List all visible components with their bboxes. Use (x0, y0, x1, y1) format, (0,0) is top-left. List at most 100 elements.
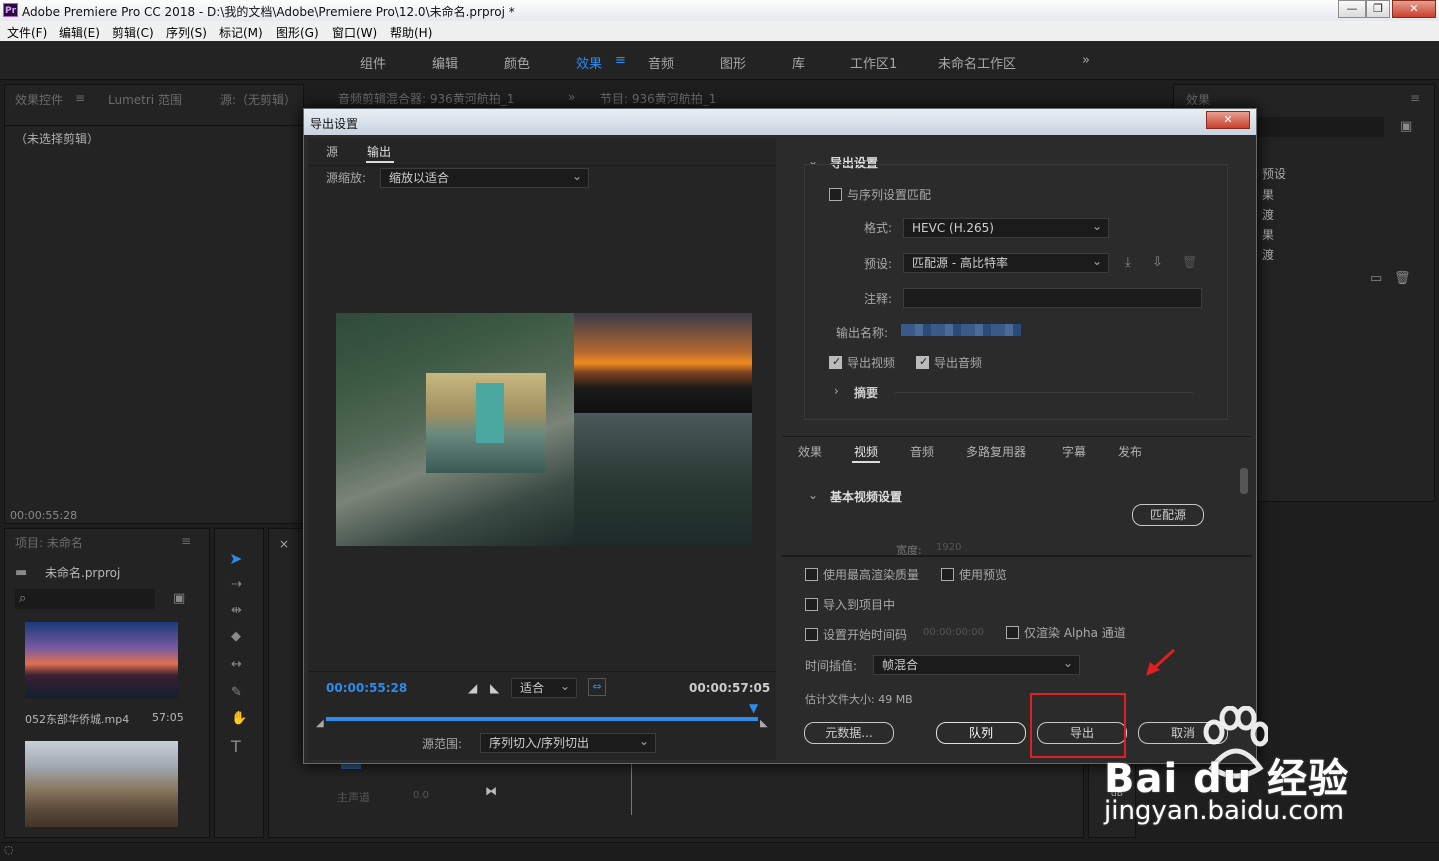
playhead-marker-icon[interactable]: ▼ (749, 701, 758, 715)
menu-edit[interactable]: 编辑(E) (59, 24, 100, 41)
timeline-close-icon[interactable]: × (279, 537, 289, 551)
close-window-button[interactable]: ✕ (1392, 0, 1436, 18)
tab-output-preview[interactable]: 输出 (367, 143, 391, 160)
alpha-only-checkbox[interactable] (1006, 626, 1019, 639)
import-into-project-checkbox[interactable] (805, 598, 818, 611)
delete-preset-icon[interactable]: 🗑 (1182, 255, 1197, 269)
project-menu-icon[interactable]: ≡ (181, 534, 191, 548)
basic-video-chevron-icon[interactable]: ⌄ (808, 488, 818, 502)
workspace-tab-editing[interactable]: 编辑 (432, 53, 458, 72)
effect-controls-timecode[interactable]: 00:00:55:28 (10, 509, 77, 522)
max-render-quality-checkbox[interactable] (805, 568, 818, 581)
range-start-handle-icon[interactable]: ◢ (316, 718, 324, 729)
summary-label[interactable]: 摘要 (854, 384, 878, 401)
clip-thumbnail-1[interactable] (25, 622, 178, 698)
menu-clip[interactable]: 剪辑(C) (112, 24, 154, 41)
folder-icon[interactable]: ▭ (1370, 271, 1382, 286)
tab-effects[interactable]: 效果 (798, 443, 822, 460)
menu-marker[interactable]: 标记(M) (219, 24, 263, 41)
project-panel-title[interactable]: 项目: 未命名 (15, 534, 83, 551)
trash-icon[interactable]: 🗑 (1394, 271, 1411, 286)
dialog-close-button[interactable]: ✕ (1206, 111, 1250, 129)
summary-expand-icon[interactable]: › (834, 384, 839, 398)
hand-tool-icon[interactable]: ✋ (231, 711, 247, 726)
panel-menu-icon[interactable]: ≡ (75, 91, 85, 105)
tab-publish[interactable]: 发布 (1118, 443, 1142, 460)
workspace-tab-audio[interactable]: 音频 (648, 53, 674, 72)
clip-thumbnail-2[interactable] (25, 741, 178, 827)
source-range-dropdown[interactable]: 序列切入/序列切出 (480, 732, 656, 753)
tab-audio-clip-mixer[interactable]: 音频剪辑混合器: 936黄河航拍_1 (338, 90, 514, 107)
tab-effect-controls[interactable]: 效果控件 (15, 91, 63, 108)
effects-item-3[interactable]: 果 (1262, 226, 1274, 243)
match-sequence-checkbox[interactable] (829, 188, 842, 201)
import-preset-icon[interactable]: ⇩ (1152, 255, 1163, 270)
tab-video[interactable]: 视频 (854, 443, 878, 460)
slip-tool-icon[interactable]: ↔ (231, 657, 242, 672)
effects-item-2[interactable]: 渡 (1262, 206, 1274, 223)
fit-dropdown[interactable]: 适合 (511, 677, 577, 698)
set-start-timecode-checkbox[interactable] (805, 628, 818, 641)
menu-graphics[interactable]: 图形(G) (276, 24, 319, 41)
minimize-button[interactable]: — (1338, 0, 1366, 18)
track-end-icon[interactable]: ⧓ (485, 784, 497, 798)
source-scale-dropdown[interactable]: 缩放以适合 (380, 167, 589, 188)
maximize-button[interactable]: ❐ (1366, 0, 1390, 18)
effects-panel-menu-icon[interactable]: ≡ (1410, 91, 1420, 105)
menu-help[interactable]: 帮助(H) (390, 24, 432, 41)
track-select-tool-icon[interactable]: ⇢ (231, 577, 242, 592)
menu-window[interactable]: 窗口(W) (332, 24, 377, 41)
razor-tool-icon[interactable]: ◆ (231, 629, 241, 644)
workspace-overflow-icon[interactable]: » (1082, 53, 1090, 68)
start-timecode-value[interactable]: 00:00:00:00 (923, 627, 984, 638)
match-source-button[interactable]: 匹配源 (1132, 504, 1204, 526)
preset-dropdown[interactable]: 匹配源 - 高比特率 (903, 252, 1109, 273)
effects-panel-title[interactable]: 效果 (1186, 91, 1210, 108)
type-tool-icon[interactable]: T (231, 737, 241, 756)
menu-file[interactable]: 文件(F) (7, 24, 47, 41)
settings-scrollbar[interactable] (1240, 468, 1248, 494)
queue-button[interactable]: 队列 (936, 722, 1026, 744)
effects-item-1[interactable]: 果 (1262, 186, 1274, 203)
range-end-handle-icon[interactable]: ◣ (760, 718, 768, 729)
time-in-display[interactable]: 00:00:55:28 (326, 681, 407, 695)
workspace-tab-effects[interactable]: 效果 (576, 53, 602, 72)
format-dropdown[interactable]: HEVC (H.265) (903, 217, 1109, 238)
output-name-link[interactable] (901, 324, 1021, 336)
tab-audio[interactable]: 音频 (910, 443, 934, 460)
panel-overflow-icon[interactable]: » (568, 90, 575, 104)
export-audio-checkbox[interactable] (916, 355, 929, 369)
set-in-point-icon[interactable]: ◢ (468, 681, 477, 695)
tab-multiplexer[interactable]: 多路复用器 (966, 443, 1026, 460)
ripple-edit-tool-icon[interactable]: ⇹ (231, 603, 242, 618)
comments-input[interactable] (903, 288, 1202, 308)
selection-tool-icon[interactable]: ➤ (229, 549, 242, 568)
tab-lumetri-scopes[interactable]: Lumetri 范围 (108, 91, 182, 108)
effects-item-presets[interactable]: 预设 (1262, 165, 1286, 182)
workspace-tab-graphics[interactable]: 图形 (720, 53, 746, 72)
tab-captions[interactable]: 字幕 (1062, 443, 1086, 460)
pen-tool-icon[interactable]: ✎ (231, 685, 242, 700)
export-video-checkbox[interactable] (829, 355, 842, 369)
timeline-playhead[interactable] (631, 759, 632, 815)
bin-icon[interactable]: ▣ (173, 591, 185, 606)
tab-program-monitor[interactable]: 节目: 936黄河航拍_1 (600, 90, 716, 107)
workspace-tab-workspace1[interactable]: 工作区1 (850, 53, 897, 72)
workspace-tab-untitled[interactable]: 未命名工作区 (938, 53, 1016, 72)
menu-sequence[interactable]: 序列(S) (166, 24, 207, 41)
workspace-tab-libraries[interactable]: 库 (792, 53, 805, 72)
workspace-tab-color[interactable]: 颜色 (504, 53, 530, 72)
effects-item-4[interactable]: 渡 (1262, 246, 1274, 263)
range-bar[interactable] (326, 717, 758, 721)
workspace-tab-assembly[interactable]: 组件 (360, 53, 386, 72)
project-search-input[interactable] (15, 589, 155, 609)
time-interpolation-dropdown[interactable]: 帧混合 (873, 654, 1080, 675)
metadata-button[interactable]: 元数据... (804, 722, 894, 744)
use-previews-checkbox[interactable] (941, 568, 954, 581)
tab-source-preview[interactable]: 源 (326, 143, 338, 160)
tab-source[interactable]: 源:（无剪辑） (220, 91, 296, 108)
aspect-correction-icon[interactable]: ⇔ (588, 678, 606, 696)
save-preset-icon[interactable]: ⤓ (1125, 255, 1131, 270)
workspace-menu-icon[interactable]: ≡ (615, 53, 626, 68)
new-bin-icon[interactable]: ▣ (1400, 119, 1412, 134)
